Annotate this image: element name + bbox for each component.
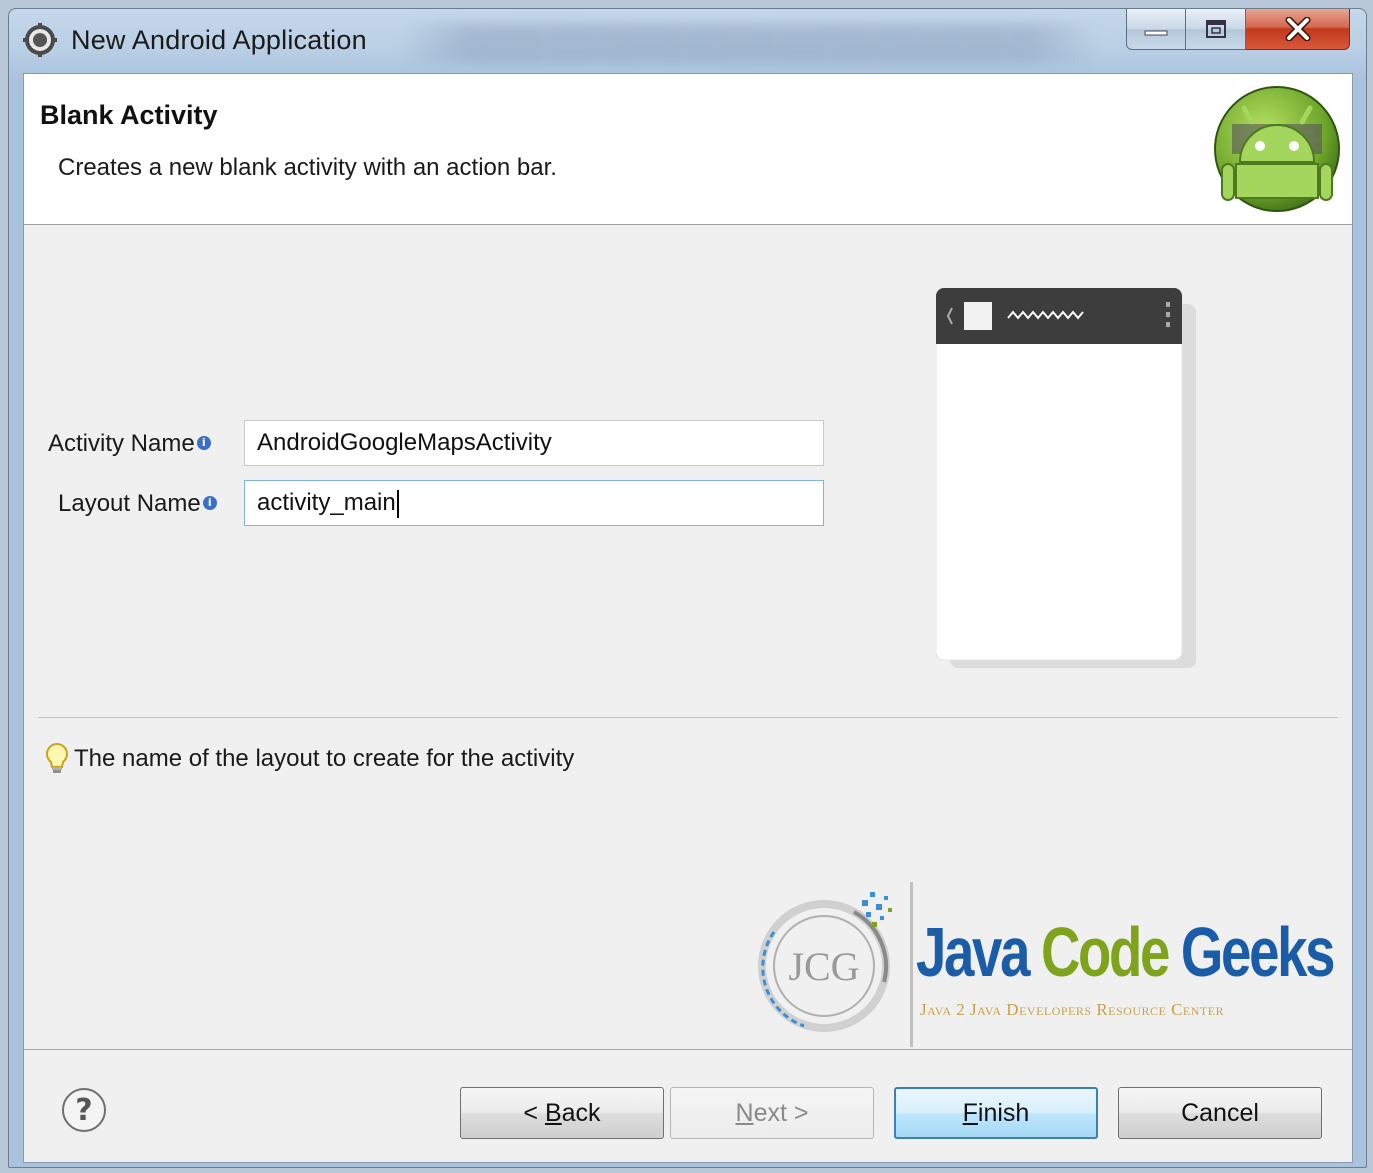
minimize-icon — [1144, 30, 1168, 36]
info-icon: i — [196, 436, 211, 450]
jcg-title: Java Code Geeks — [916, 912, 1336, 992]
minimize-button[interactable] — [1126, 9, 1186, 50]
lightbulb-icon — [46, 742, 68, 773]
wizard-header: Blank Activity Creates a new blank activ… — [24, 74, 1352, 225]
activity-name-value: AndroidGoogleMapsActivity — [257, 429, 552, 456]
activity-name-input[interactable]: AndroidGoogleMapsActivity — [244, 420, 824, 466]
back-rest: ack — [561, 1098, 601, 1127]
page-title: Blank Activity — [40, 100, 218, 130]
maximize-icon — [1205, 20, 1226, 38]
hint-message: The name of the layout to create for the… — [44, 742, 574, 776]
jcg-title-java: Java — [916, 913, 1030, 991]
blurred-background-text — [399, 23, 1099, 63]
cancel-label: Cancel — [1181, 1098, 1259, 1127]
layout-name-value: activity_main — [257, 489, 396, 516]
jcg-subtitle: Java 2 Java Developers Resource Center — [920, 1000, 1225, 1019]
close-icon — [1285, 17, 1310, 41]
dialog-content: Blank Activity Creates a new blank activ… — [23, 73, 1353, 1163]
content-separator — [38, 717, 1338, 718]
android-logo-icon — [1214, 86, 1340, 212]
layout-name-label: Layout Name i — [58, 490, 217, 518]
jcg-logo-icon: JCG — [758, 892, 892, 1032]
back-mnemonic: B — [544, 1098, 562, 1127]
jcg-logo-text: JCG — [788, 944, 859, 989]
next-button[interactable]: Next > — [670, 1087, 874, 1139]
jcg-title-geeks: Geeks — [1180, 913, 1336, 991]
maximize-button[interactable] — [1186, 9, 1246, 50]
eclipse-gear-icon — [23, 23, 57, 57]
close-button[interactable] — [1246, 9, 1350, 50]
next-mnemonic: N — [735, 1098, 754, 1127]
help-question-icon: ? — [75, 1092, 93, 1128]
activity-name-label-text: Activity Name — [48, 430, 195, 457]
finish-button[interactable]: Finish — [894, 1087, 1098, 1139]
next-rest: ext > — [753, 1098, 809, 1127]
page-description: Creates a new blank activity with an act… — [58, 154, 557, 181]
help-button[interactable]: ? — [62, 1088, 106, 1132]
hint-text: The name of the layout to create for the… — [74, 745, 575, 772]
jcg-watermark: JCG Java Code Geeks Java 2 Java Develope… — [744, 882, 1344, 1052]
layout-name-input[interactable]: activity_main — [244, 480, 824, 526]
activity-name-label: Activity Name i — [48, 430, 211, 458]
back-button[interactable]: < Back — [460, 1087, 664, 1139]
text-caret — [396, 489, 399, 518]
watermark-divider — [910, 882, 913, 1047]
dialog-window: New Android Application Blank Activity C… — [8, 8, 1367, 1168]
activity-preview-image — [936, 288, 1196, 668]
title-bar[interactable]: New Android Application — [9, 9, 1366, 75]
info-icon: i — [202, 496, 217, 510]
jcg-title-code: Code — [1040, 913, 1170, 991]
back-prefix: < — [523, 1098, 545, 1127]
window-title: New Android Application — [71, 25, 367, 55]
layout-name-label-text: Layout Name — [58, 490, 201, 517]
cancel-button[interactable]: Cancel — [1118, 1087, 1322, 1139]
finish-mnemonic: F — [962, 1098, 978, 1127]
finish-rest: inish — [977, 1098, 1030, 1127]
footer-separator — [24, 1049, 1352, 1050]
